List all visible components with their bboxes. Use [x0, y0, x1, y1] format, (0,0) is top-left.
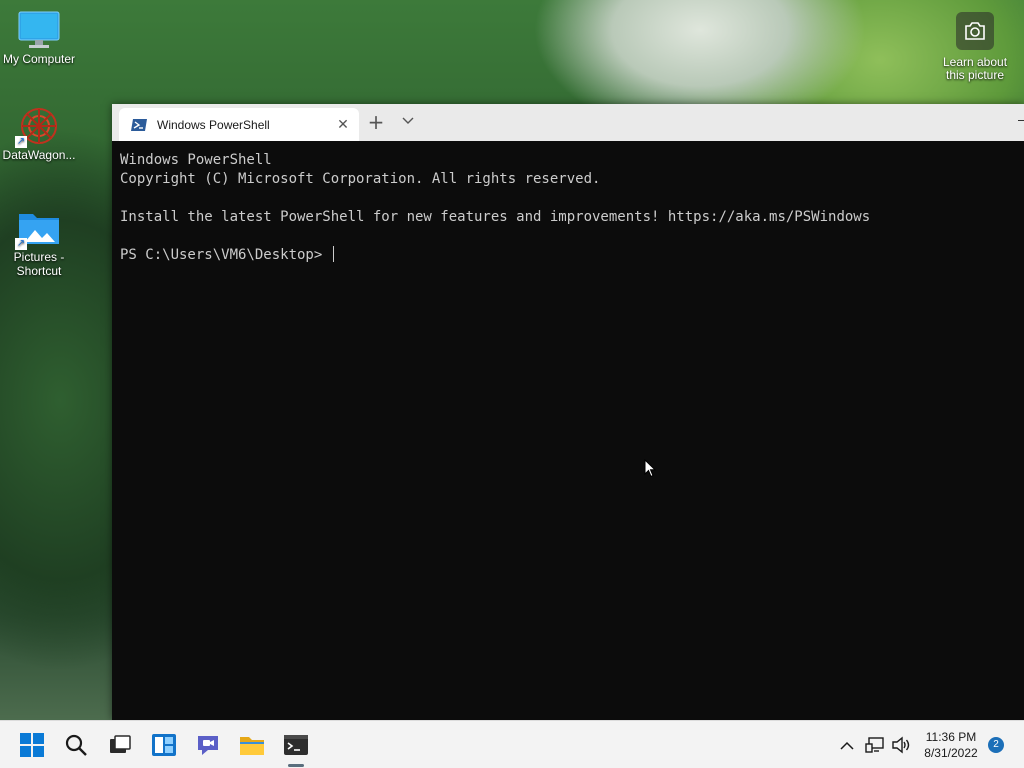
terminal-icon — [284, 735, 308, 755]
datawagon-icon: ↗ — [15, 106, 61, 148]
text-cursor — [332, 246, 334, 262]
windows-logo-icon — [20, 733, 44, 757]
powershell-icon — [131, 118, 147, 131]
clock-date: 8/31/2022 — [924, 746, 978, 760]
clock-time: 11:36 PM — [925, 730, 977, 744]
show-hidden-icons-button[interactable] — [832, 729, 862, 761]
terminal-taskbar-button[interactable] — [280, 729, 312, 761]
file-explorer-button[interactable] — [236, 729, 268, 761]
task-view-icon — [110, 735, 131, 753]
shortcut-arrow-icon: ↗ — [15, 238, 27, 250]
folder-icon — [240, 737, 264, 755]
task-view-button[interactable] — [104, 729, 136, 761]
search-icon — [65, 734, 87, 756]
new-tab-button[interactable]: + — [366, 110, 386, 134]
search-button[interactable] — [60, 729, 92, 761]
tab-title: Windows PowerShell — [157, 117, 270, 132]
widgets-icon — [152, 734, 176, 756]
desktop-icon-pictures-shortcut[interactable]: ↗ Pictures - Shortcut — [0, 208, 78, 278]
chat-button[interactable] — [192, 729, 224, 761]
widgets-button[interactable] — [148, 729, 180, 761]
taskbar: 11:36 PM 8/31/2022 — [0, 720, 1024, 768]
pictures-folder-icon: ↗ — [15, 208, 61, 250]
network-icon — [865, 737, 884, 753]
console-line: Copyright (C) Microsoft Corporation. All… — [120, 171, 601, 187]
prompt-line[interactable]: PS C:\Users\VM6\Desktop> — [120, 246, 1016, 265]
learn-about-label: Learn about this picture — [942, 55, 1008, 82]
desktop-icon-label: DataWagon... — [2, 148, 76, 162]
camera-icon — [956, 12, 994, 50]
desktop-icon-label: My Computer — [2, 52, 76, 66]
speaker-icon — [892, 736, 910, 754]
console-line: Install the latest PowerShell for new fe… — [120, 209, 871, 225]
monitor-icon — [17, 10, 61, 50]
console-line: Windows PowerShell — [120, 152, 272, 168]
active-app-indicator — [288, 764, 304, 767]
minimize-button[interactable] — [1018, 120, 1024, 121]
desktop-icon-label: Pictures - Shortcut — [13, 250, 65, 278]
chat-icon — [198, 736, 218, 755]
desktop-icon-datawagon[interactable]: ↗ DataWagon... — [0, 106, 78, 162]
close-tab-icon[interactable]: ✕ — [333, 117, 353, 133]
taskbar-clock[interactable]: 11:36 PM 8/31/2022 — [912, 729, 990, 761]
tab-windows-powershell[interactable]: Windows PowerShell ✕ — [119, 108, 359, 141]
learn-about-picture[interactable]: Learn about this picture — [938, 12, 1012, 82]
notification-badge[interactable]: 2 — [988, 737, 1004, 753]
shortcut-arrow-icon: ↗ — [15, 136, 27, 148]
console-output[interactable]: Windows PowerShell Copyright (C) Microsof… — [112, 141, 1024, 275]
chevron-up-icon — [840, 741, 854, 750]
terminal-window[interactable]: Windows PowerShell ✕ + Windows PowerShel… — [112, 104, 1024, 720]
tab-dropdown-chevron-icon[interactable] — [398, 110, 418, 134]
title-bar[interactable]: Windows PowerShell ✕ + — [112, 104, 1024, 141]
start-button[interactable] — [16, 729, 48, 761]
desktop-icon-my-computer[interactable]: My Computer — [0, 10, 78, 66]
mouse-pointer-icon — [644, 459, 656, 478]
prompt: PS C:\Users\VM6\Desktop> — [120, 247, 331, 263]
